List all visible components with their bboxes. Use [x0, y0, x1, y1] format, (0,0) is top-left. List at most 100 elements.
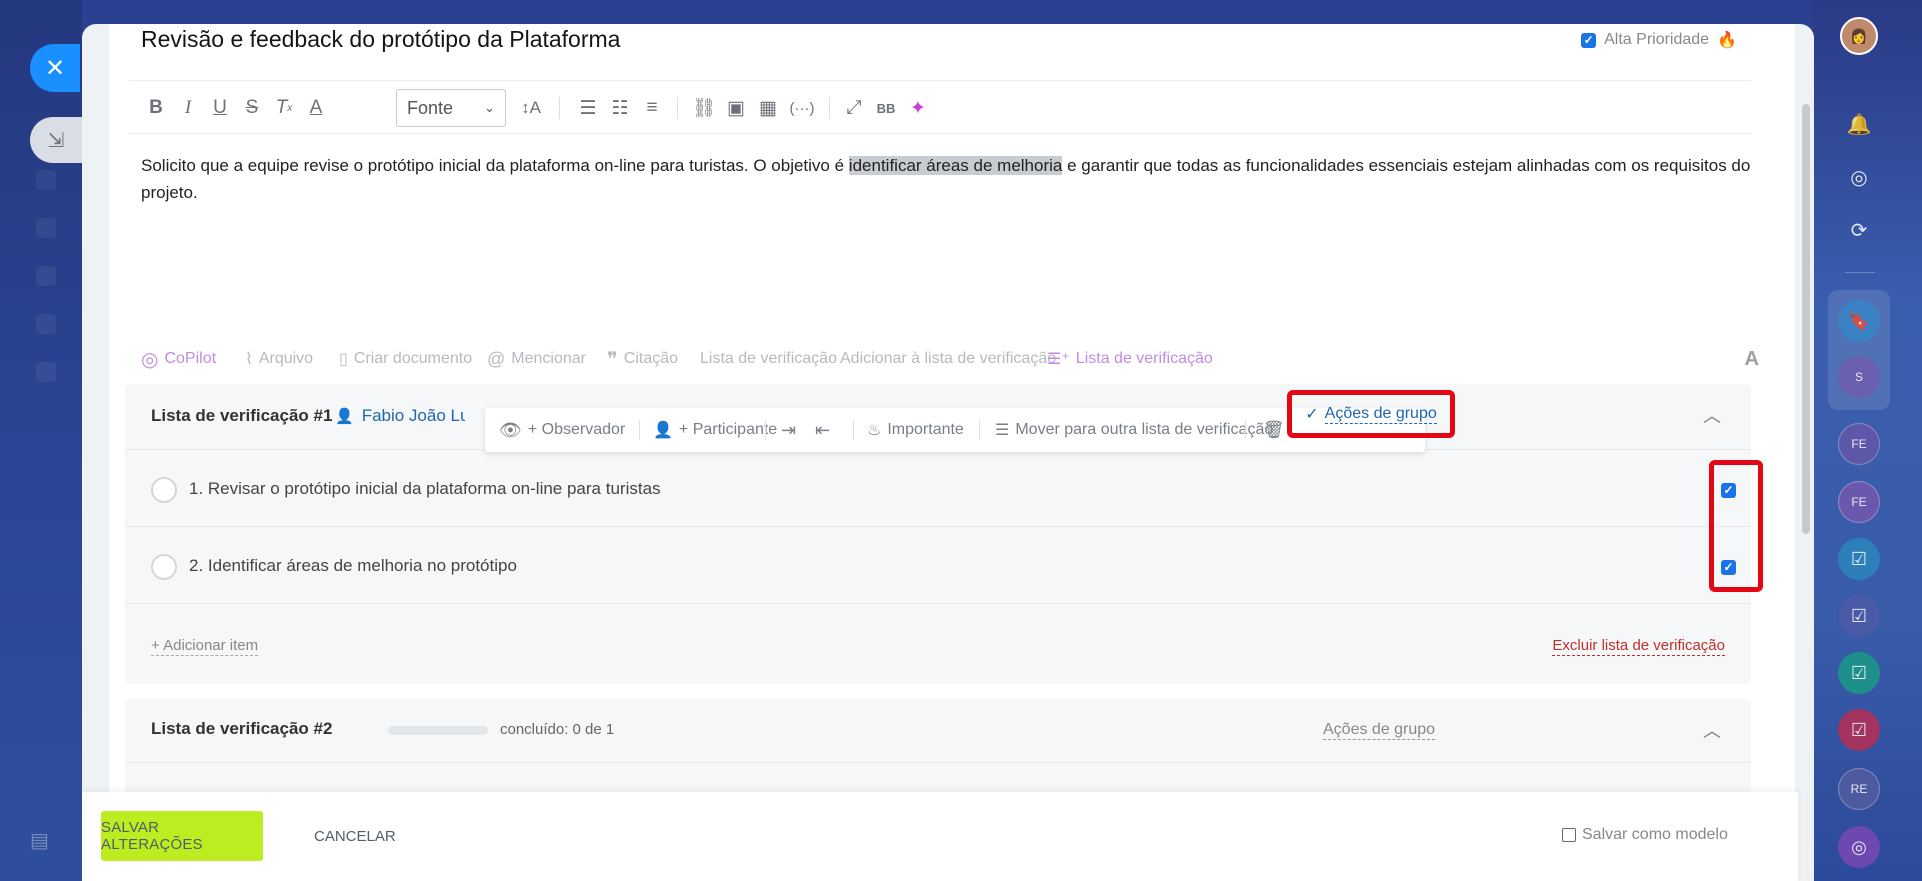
task-check-icon[interactable]: ☑ — [1838, 652, 1880, 694]
add-participant-button[interactable]: 👤 + Participante — [653, 408, 777, 452]
save-template-checkbox[interactable] — [1562, 828, 1576, 842]
group-actions-button[interactable]: ✓ Ações de grupo — [1287, 390, 1455, 438]
check-icon: ✓ — [1305, 406, 1319, 423]
font-size-icon[interactable]: ↕A — [517, 93, 545, 123]
mention-label: Mencionar — [511, 350, 586, 367]
important-button[interactable]: ♨ Importante — [867, 408, 964, 452]
left-nav-ghost-icon — [36, 218, 56, 238]
rail-item-fe[interactable]: FE — [1838, 481, 1880, 523]
avatar[interactable]: 👩 — [1840, 17, 1878, 55]
task-card: Revisão e feedback do protótipo da Plata… — [109, 24, 1795, 799]
mention-button[interactable]: @ Mencionar — [487, 344, 586, 374]
align-icon[interactable]: ≡ — [639, 93, 665, 123]
add-item-link[interactable]: + Adicionar item — [151, 637, 259, 656]
collapse-chevron-icon[interactable]: ︿ — [1703, 402, 1721, 428]
rail-divider — [1845, 272, 1875, 273]
checklist-2: Lista de verificação #2 concluído: 0 de … — [125, 699, 1751, 799]
move-to-list-button[interactable]: ☰ Mover para outra lista de verificação — [995, 408, 1273, 452]
item-label[interactable]: 1. Revisar o protótipo inicial da plataf… — [189, 479, 661, 499]
add-observer-button[interactable]: 👁 + Observador — [499, 408, 625, 452]
image-icon[interactable]: ▣ — [723, 93, 749, 123]
task-title[interactable]: Revisão e feedback do protótipo da Plata… — [141, 26, 620, 53]
collapse-chevron-icon[interactable]: ︿ — [1703, 717, 1721, 743]
minimize-slider-button[interactable]: ⇲ — [30, 117, 82, 163]
save-template-label: Salvar como modelo — [1582, 826, 1728, 843]
item-complete-radio[interactable] — [151, 477, 177, 503]
description-highlight: identificar áreas de melhoria — [848, 156, 1063, 175]
rail-item-re[interactable]: RE — [1838, 768, 1880, 810]
printer-icon[interactable]: ▤ — [30, 828, 54, 852]
list-item[interactable]: 2. Identificar áreas de melhoria no prot… — [125, 528, 1751, 604]
code-icon[interactable]: (···) — [787, 93, 817, 123]
outdent-button[interactable]: ⇤ — [815, 408, 830, 452]
close-slider-button[interactable]: ✕ — [30, 44, 80, 92]
numbered-list-icon[interactable]: ☰ — [575, 93, 601, 123]
format-toggle-button[interactable]: A — [1745, 344, 1759, 374]
bookmark-icon[interactable]: 🔖 — [1838, 300, 1880, 342]
bell-icon[interactable]: 🔔 — [1838, 103, 1880, 145]
task-description[interactable]: Solicito que a equipe revise o protótipo… — [141, 152, 1751, 206]
checklist-user[interactable]: 👤 Fabio João Luiz — [335, 406, 465, 426]
save-as-template-toggle[interactable]: Salvar como modelo — [1562, 826, 1728, 844]
description-text: Solicito que a equipe revise o protótipo… — [141, 156, 849, 175]
fullscreen-icon[interactable]: ⤢ — [841, 93, 867, 123]
checklist-title[interactable]: Lista de verificação #2 — [151, 719, 332, 739]
ai-image-icon[interactable]: ✦ — [905, 93, 931, 123]
item-complete-radio[interactable] — [151, 554, 177, 580]
cancel-button[interactable]: CANCELAR — [314, 828, 396, 845]
rail-item-s[interactable]: S — [1838, 356, 1880, 398]
link-icon[interactable]: ⛓ — [691, 93, 717, 123]
item-select-checkbox[interactable]: ✓ — [1721, 560, 1736, 575]
checklist-active-button[interactable]: ☰⁺ Lista de verificação — [1047, 344, 1213, 374]
scrollbar[interactable] — [1802, 104, 1810, 534]
eye-icon: 👁 — [499, 419, 522, 440]
left-nav-ghost-icon — [36, 362, 56, 382]
bold-icon[interactable]: B — [145, 93, 167, 123]
flame-icon: ♨ — [867, 422, 882, 439]
save-changes-button[interactable]: SALVAR ALTERAÇÕES — [101, 811, 263, 861]
delete-checklist-link[interactable]: Excluir lista de verificação — [1552, 637, 1725, 656]
copilot-button[interactable]: ◎ CoPilot — [141, 344, 216, 374]
create-document-button[interactable]: ▯ Criar documento — [339, 344, 472, 374]
footer-bar: SALVAR ALTERAÇÕES CANCELAR Salvar como m… — [82, 792, 1798, 881]
rail-item-fe[interactable]: FE — [1838, 423, 1880, 465]
task-check-icon[interactable]: ☑ — [1838, 538, 1880, 580]
checklist-active-label: Lista de verificação — [1075, 350, 1213, 367]
indent-button[interactable]: ⇥ — [781, 408, 796, 452]
add-participant-label: + Participante — [678, 421, 778, 438]
toolbar-divider — [1245, 420, 1246, 440]
bullet-list-icon[interactable]: ☷ — [607, 93, 633, 123]
item-label[interactable]: 2. Identificar áreas de melhoria no prot… — [189, 556, 517, 576]
add-to-checklist-button[interactable]: Adicionar à lista de verificação — [840, 344, 1056, 374]
text-color-icon[interactable]: A — [305, 93, 327, 123]
font-select[interactable]: Fonte ⌄ — [396, 89, 506, 127]
copilot-rail-icon[interactable]: ◎ — [1838, 156, 1880, 198]
sync-icon[interactable]: ⟳ — [1838, 209, 1880, 251]
toolbar-divider — [765, 420, 766, 440]
group-actions-button[interactable]: Ações de grupo — [1323, 721, 1436, 740]
task-check-icon[interactable]: ☑ — [1838, 595, 1880, 637]
item-select-checkbox[interactable]: ✓ — [1721, 483, 1736, 498]
toolbar-divider — [853, 420, 854, 440]
task-check-icon[interactable]: ☑ — [1838, 709, 1880, 751]
priority-checkbox[interactable]: ✓ — [1581, 32, 1597, 48]
italic-icon[interactable]: I — [177, 93, 199, 123]
copilot-rail-icon[interactable]: ◎ — [1838, 826, 1880, 868]
table-icon[interactable]: ▦ — [755, 93, 781, 123]
checklist-button[interactable]: Lista de verificação — [700, 344, 837, 374]
progress-text: concluído: 0 de 1 — [500, 721, 615, 738]
strikethrough-icon[interactable]: S — [241, 93, 263, 123]
file-button[interactable]: ⌇ Arquivo — [245, 344, 313, 374]
high-priority-toggle[interactable]: ✓ Alta Prioridade 🔥 — [1581, 30, 1737, 50]
bbcode-icon[interactable]: BB — [873, 93, 899, 123]
priority-label: Alta Prioridade — [1604, 31, 1710, 48]
list-icon: ☰ — [995, 422, 1010, 439]
close-icon: ✕ — [44, 54, 66, 82]
quote-button[interactable]: ❞ Citação — [607, 344, 678, 374]
list-item[interactable]: 1. Revisar o protótipo inicial da plataf… — [125, 451, 1751, 527]
checklist-title[interactable]: Lista de verificação #1 — [151, 406, 332, 426]
underline-icon[interactable]: U — [209, 93, 231, 123]
clear-format-icon[interactable]: Tx — [273, 93, 295, 123]
checklist-add-icon: ☰⁺ — [1047, 351, 1070, 368]
delete-button[interactable]: 🗑 — [1263, 408, 1285, 452]
